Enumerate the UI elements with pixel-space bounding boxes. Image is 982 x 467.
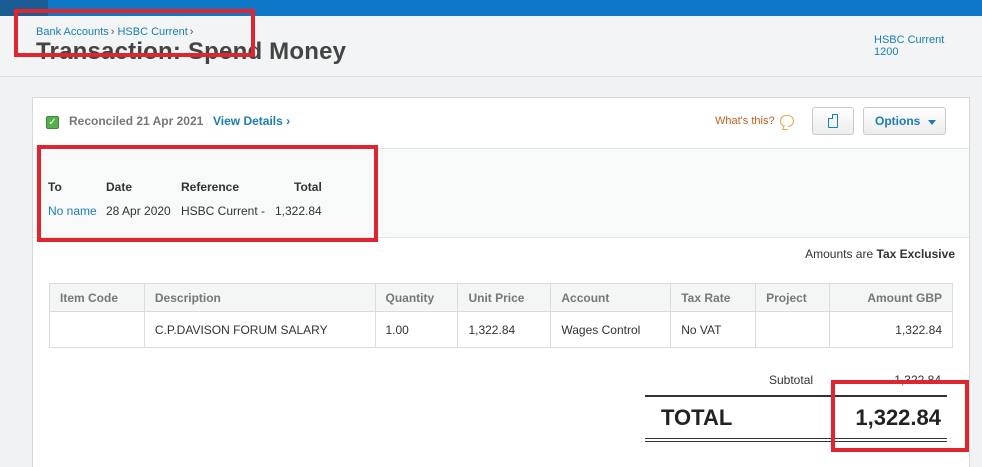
document-icon <box>828 114 838 128</box>
breadcrumb-separator: › <box>110 26 115 38</box>
date-value: 28 Apr 2020 <box>106 204 171 218</box>
account-name[interactable]: HSBC Current <box>874 34 944 46</box>
top-nav-bar <box>0 0 982 16</box>
transaction-summary: To Date Reference Total No name 28 Apr 2… <box>33 150 969 238</box>
col-header-account: Account <box>550 283 672 312</box>
cell-account: Wages Control <box>550 311 672 348</box>
col-header-tax-rate: Tax Rate <box>670 283 757 312</box>
options-label: Options <box>875 114 921 128</box>
cell-item-code <box>49 311 145 348</box>
grand-total-label: TOTAL <box>661 405 733 430</box>
logo-area[interactable] <box>0 0 48 16</box>
subtotal-value: 1,322.84 <box>894 373 941 387</box>
col-header-project: Project <box>755 283 831 312</box>
tax-mode: Tax Exclusive <box>876 247 956 261</box>
col-header-unit-price: Unit Price <box>457 283 552 312</box>
divider <box>645 438 947 439</box>
copy-button[interactable] <box>812 107 854 135</box>
tax-mode-note: Amounts are Tax Exclusive <box>805 247 955 261</box>
grand-total-value: 1,322.84 <box>855 405 941 430</box>
cell-tax-rate: No VAT <box>670 311 757 348</box>
cell-project <box>755 311 831 348</box>
speech-bubble-icon[interactable] <box>780 115 794 127</box>
col-header-item-code: Item Code <box>49 283 145 312</box>
card-toolbar: ✓ Reconciled 21 Apr 2021 View Details › … <box>33 98 969 149</box>
options-button[interactable]: Options <box>863 107 946 135</box>
table-row: C.P.DAVISON FORUM SALARY 1.00 1,322.84 W… <box>49 311 953 348</box>
cell-unit-price: 1,322.84 <box>457 311 552 348</box>
page-title: Transaction: Spend Money <box>36 38 347 65</box>
cell-amount: 1,322.84 <box>829 311 953 348</box>
to-contact-link[interactable]: No name <box>48 204 97 218</box>
col-header-description: Description <box>143 283 376 312</box>
cell-description: C.P.DAVISON FORUM SALARY <box>143 311 376 348</box>
breadcrumb-hsbc-current[interactable]: HSBC Current <box>117 26 187 38</box>
table-header-row: Item Code Description Quantity Unit Pric… <box>49 283 953 312</box>
view-details-link[interactable]: View Details › <box>213 114 290 128</box>
reconciled-status: Reconciled 21 Apr 2021 <box>69 114 204 128</box>
divider <box>645 441 947 442</box>
cell-quantity: 1.00 <box>374 311 459 348</box>
reference-value: HSBC Current - <box>181 204 266 218</box>
subtotal-label: Subtotal <box>769 373 814 387</box>
breadcrumb-bank-accounts[interactable]: Bank Accounts <box>36 26 109 38</box>
line-items-table: Item Code Description Quantity Unit Pric… <box>49 283 953 348</box>
total-value: 1,322.84 <box>275 204 322 218</box>
account-info[interactable]: HSBC Current 1200 <box>874 34 944 58</box>
col-header-amount: Amount GBP <box>829 283 953 312</box>
breadcrumb-separator: › <box>189 26 194 38</box>
date-label: Date <box>106 180 133 194</box>
page-header: Bank Accounts › HSBC Current › Transaction:… <box>0 16 982 77</box>
chevron-down-icon <box>928 120 936 125</box>
reconciled-check-icon: ✓ <box>46 116 59 129</box>
divider <box>645 395 947 397</box>
tax-note-prefix: Amounts are <box>805 247 874 261</box>
to-label: To <box>48 180 62 194</box>
total-label: Total <box>294 180 322 194</box>
col-header-quantity: Quantity <box>374 283 459 312</box>
breadcrumb: Bank Accounts › HSBC Current › <box>36 26 196 38</box>
account-code: 1200 <box>874 46 899 58</box>
whats-this-link[interactable]: What's this? <box>715 115 775 127</box>
transaction-card: ✓ Reconciled 21 Apr 2021 View Details › … <box>32 97 970 467</box>
reference-label: Reference <box>181 180 240 194</box>
